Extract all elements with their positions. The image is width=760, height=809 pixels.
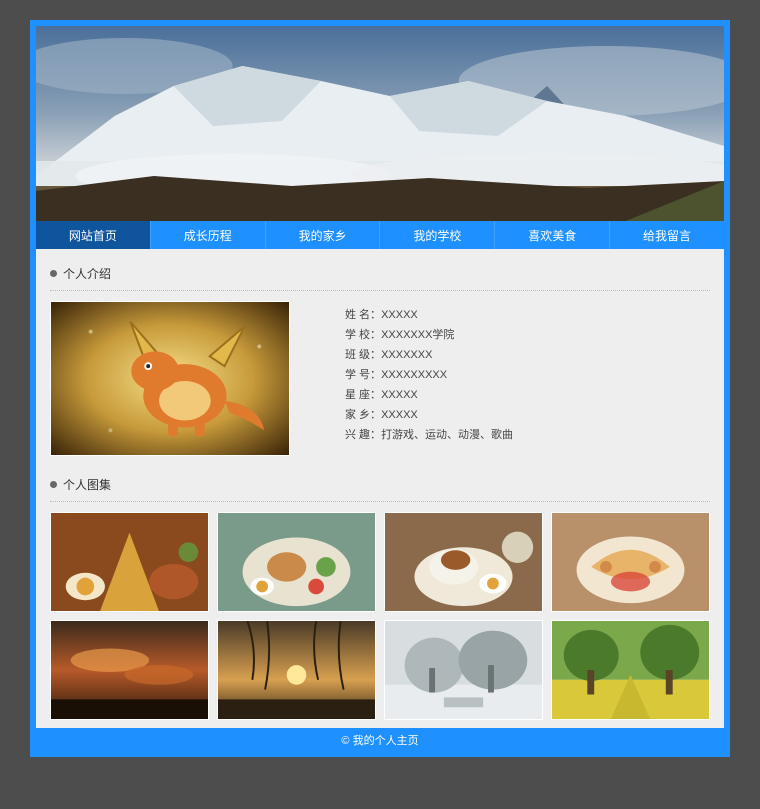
info-row-sign: 星 座：XXXXX [345,385,513,405]
info-value: XXXXX [381,309,418,321]
info-label: 学 号： [345,369,381,381]
nav-label: 给我留言 [643,227,691,244]
section-title-gallery: 个人图集 [50,470,710,502]
info-row-class: 班 级：XXXXXXX [345,345,513,365]
bullet-icon [50,481,57,488]
gallery-thumb-4[interactable] [551,512,710,612]
section-title-intro: 个人介绍 [50,259,710,291]
nav-item-hometown[interactable]: 我的家乡 [265,221,380,249]
section-title-text: 个人图集 [63,476,111,493]
nav-item-growth[interactable]: 成长历程 [150,221,265,249]
nav-item-home[interactable]: 网站首页 [36,221,150,249]
nav-label: 网站首页 [69,227,117,244]
gallery-thumb-6[interactable] [217,620,376,720]
info-row-school: 学 校：XXXXXXX学院 [345,325,513,345]
info-value: XXXXXXXXX [381,369,447,381]
gallery-thumb-2[interactable] [217,512,376,612]
info-row-hobby: 兴 趣：打游戏、运动、动漫、歌曲 [345,425,513,445]
gallery-thumb-8[interactable] [551,620,710,720]
gallery-grid [50,512,710,720]
info-label: 学 校： [345,329,381,341]
intro-block: 姓 名：XXXXX 学 校：XXXXXXX学院 班 级：XXXXXXX 学 号：… [50,301,710,456]
info-row-name: 姓 名：XXXXX [345,305,513,325]
nav-label: 我的学校 [413,227,461,244]
info-label: 星 座： [345,389,381,401]
bullet-icon [50,270,57,277]
info-label: 班 级： [345,349,381,361]
content-area: 个人介绍 [36,249,724,728]
info-label: 家 乡： [345,409,381,421]
profile-info: 姓 名：XXXXX 学 校：XXXXXXX学院 班 级：XXXXXXX 学 号：… [345,301,513,456]
nav-item-school[interactable]: 我的学校 [379,221,494,249]
footer-text: © 我的个人主页 [341,735,418,747]
gallery-thumb-7[interactable] [384,620,543,720]
nav-label: 喜欢美食 [528,227,576,244]
page-container: 网站首页 成长历程 我的家乡 我的学校 喜欢美食 给我留言 个人介绍 [30,20,730,757]
section-title-text: 个人介绍 [63,265,111,282]
info-row-hometown: 家 乡：XXXXX [345,405,513,425]
info-value: 打游戏、运动、动漫、歌曲 [381,429,513,441]
info-label: 兴 趣： [345,429,381,441]
nav-label: 我的家乡 [299,227,347,244]
gallery-thumb-1[interactable] [50,512,209,612]
info-value: XXXXX [381,389,418,401]
gallery-thumb-5[interactable] [50,620,209,720]
gallery-thumb-3[interactable] [384,512,543,612]
info-value: XXXXX [381,409,418,421]
avatar-image [50,301,290,456]
hero-banner [36,26,724,221]
info-value: XXXXXXX [381,349,432,361]
main-nav: 网站首页 成长历程 我的家乡 我的学校 喜欢美食 给我留言 [36,221,724,249]
nav-label: 成长历程 [184,227,232,244]
footer: © 我的个人主页 [36,728,724,751]
info-label: 姓 名： [345,309,381,321]
nav-item-guestbook[interactable]: 给我留言 [609,221,724,249]
info-row-id: 学 号：XXXXXXXXX [345,365,513,385]
info-value: XXXXXXX学院 [381,329,454,341]
nav-item-food[interactable]: 喜欢美食 [494,221,609,249]
